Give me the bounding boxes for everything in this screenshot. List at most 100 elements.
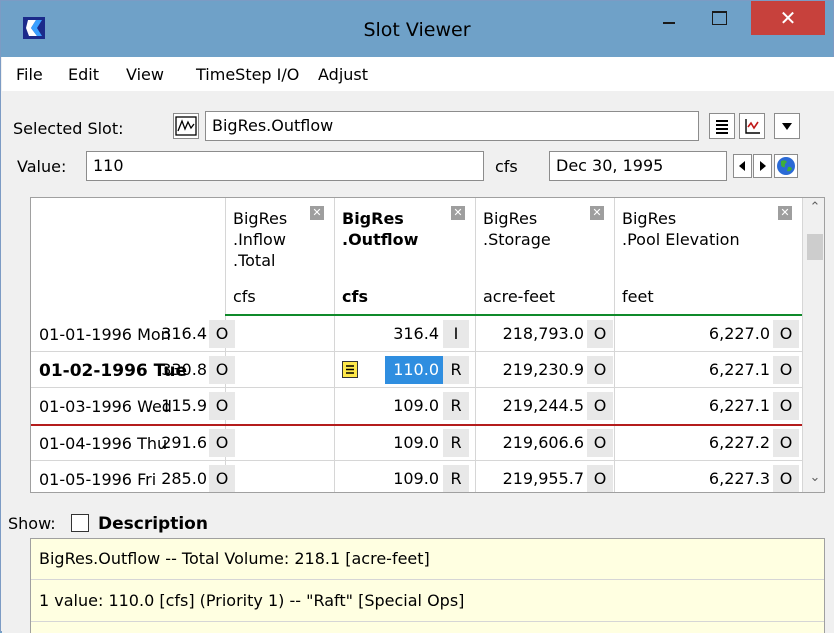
table-cell[interactable]: 6,227.1	[709, 392, 770, 420]
selected-slot-field[interactable]: BigRes.Outflow	[205, 111, 699, 141]
column-header[interactable]: BigRes .Storage acre-feet ✕	[475, 198, 614, 314]
flag-cell: O	[773, 356, 799, 384]
flag-cell: R	[443, 392, 469, 420]
table-cell[interactable]: 109.0	[393, 429, 439, 457]
value-unit: cfs	[495, 157, 518, 176]
table-row[interactable]: 01-05-1996 Fri 285.0 O 109.0 R 219,955.7 O 6,22…	[31, 461, 802, 492]
menu-view[interactable]: View	[126, 65, 164, 84]
description-separator	[31, 621, 824, 622]
date-field[interactable]: Dec 30, 1995	[549, 151, 727, 181]
slot-plot-icon[interactable]	[173, 113, 199, 139]
show-label: Show:	[8, 514, 56, 533]
flag-cell: O	[773, 392, 799, 420]
column-unit: cfs	[233, 287, 256, 306]
flag-cell: O	[209, 356, 235, 384]
table-cell[interactable]: 316.4	[393, 320, 439, 348]
value-label: Value:	[17, 157, 67, 176]
table-cell[interactable]: 6,227.0	[709, 320, 770, 348]
column-header-line: BigRes	[622, 209, 677, 228]
table-row[interactable]: 01-03-1996 Wed 115.9 O 109.0 R 219,244.5 O 6,22…	[31, 388, 802, 424]
flag-cell: I	[443, 320, 469, 348]
close-button[interactable]: ✕	[751, 1, 825, 35]
table-row[interactable]: 01-01-1996 Mon 316.4 O 316.4 I 218,793.0 O 6,22…	[31, 316, 802, 352]
row-date: 01-03-1996 Wed	[39, 397, 172, 416]
close-column-icon[interactable]: ✕	[778, 206, 792, 220]
dropdown-menu-button[interactable]	[774, 113, 800, 139]
menu-bar: File Edit View TimeStep I/O Adjust	[2, 57, 834, 91]
menu-adjust[interactable]: Adjust	[318, 65, 368, 84]
menu-file[interactable]: File	[16, 65, 43, 84]
description-checkbox[interactable]	[71, 514, 89, 532]
close-column-icon[interactable]: ✕	[310, 206, 324, 220]
flag-cell: O	[773, 429, 799, 457]
scroll-down-icon[interactable]: ⌄	[803, 470, 824, 485]
flag-cell: O	[209, 392, 235, 420]
flag-cell: O	[587, 392, 613, 420]
column-unit: cfs	[342, 287, 368, 306]
description-line: BigRes.Outflow -- Total Volume: 218.1 [a…	[39, 549, 430, 568]
table-cell[interactable]: 219,230.9	[503, 356, 584, 384]
table-cell[interactable]: 109.0	[393, 465, 439, 492]
table-cell[interactable]: 115.9	[161, 392, 207, 420]
flag-cell: R	[443, 429, 469, 457]
column-header[interactable]: BigRes .Inflow .Total cfs ✕	[225, 198, 334, 314]
column-header-line: .Inflow	[233, 230, 286, 249]
flag-cell: O	[773, 320, 799, 348]
note-icon[interactable]	[342, 361, 358, 378]
minimize-button[interactable]	[647, 3, 693, 37]
column-header-line: BigRes	[483, 209, 538, 228]
table-cell[interactable]: 219,955.7	[503, 465, 584, 492]
table-cell[interactable]: 219,606.6	[503, 429, 584, 457]
selected-slot-label: Selected Slot:	[13, 119, 124, 138]
flag-cell: O	[587, 465, 613, 492]
table-row[interactable]: 01-02-1996 Tue 330.8 O 110.0 R 219,230.9 O 6,22…	[31, 352, 802, 388]
table-cell[interactable]: 109.0	[393, 392, 439, 420]
table-cell[interactable]: 219,244.5	[503, 392, 584, 420]
close-column-icon[interactable]: ✕	[590, 206, 604, 220]
flag-cell: O	[209, 465, 235, 492]
close-column-icon[interactable]: ✕	[451, 206, 465, 220]
table-cell[interactable]: 291.6	[161, 429, 207, 457]
globe-icon[interactable]	[774, 154, 798, 178]
menu-edit[interactable]: Edit	[68, 65, 99, 84]
description-separator	[31, 579, 824, 580]
table-row[interactable]: 01-04-1996 Thu 291.6 O 109.0 R 219,606.6 O 6,22…	[31, 425, 802, 461]
column-header-line: .Storage	[483, 230, 551, 249]
plot-view-icon[interactable]	[739, 113, 765, 139]
maximize-button[interactable]	[697, 3, 743, 37]
table-cell[interactable]: 218,793.0	[503, 320, 584, 348]
flag-cell: O	[209, 429, 235, 457]
table-cell[interactable]: 316.4	[161, 320, 207, 348]
column-header-line: .Outflow	[342, 230, 419, 249]
flag-cell: O	[209, 320, 235, 348]
scroll-thumb[interactable]	[807, 234, 823, 260]
value-field[interactable]: 110	[86, 151, 484, 181]
slot-table: BigRes .Inflow .Total cfs ✕ BigRes .Outflow cfs…	[30, 197, 825, 493]
table-cell[interactable]: 285.0	[161, 465, 207, 492]
title-bar[interactable]: Slot Viewer ✕	[1, 1, 833, 57]
flag-cell: O	[773, 465, 799, 492]
flag-cell: O	[587, 356, 613, 384]
vertical-scrollbar[interactable]: ⌃ ⌄	[802, 198, 824, 492]
prev-date-button[interactable]	[733, 154, 752, 178]
table-cell[interactable]: 6,227.2	[709, 429, 770, 457]
scroll-up-icon[interactable]: ⌃	[803, 200, 824, 215]
next-date-button[interactable]	[753, 154, 772, 178]
table-cell[interactable]: 110.0	[385, 356, 443, 384]
table-cell[interactable]: 6,227.1	[709, 356, 770, 384]
row-date: 01-01-1996 Mon	[39, 325, 171, 344]
client-area: Selected Slot: BigRes.Outflow Value: 110…	[2, 91, 834, 633]
list-view-icon[interactable]	[709, 113, 735, 139]
row-date: 01-05-1996 Fri	[39, 470, 157, 489]
description-panel: BigRes.Outflow -- Total Volume: 218.1 [a…	[30, 538, 825, 633]
description-line: 1 value: 110.0 [cfs] (Priority 1) -- "Ra…	[39, 591, 465, 610]
table-cell[interactable]: 6,227.3	[709, 465, 770, 492]
flag-cell: O	[587, 320, 613, 348]
column-header[interactable]: BigRes .Outflow cfs ✕	[334, 198, 475, 314]
column-header[interactable]: BigRes .Pool Elevation feet ✕	[614, 198, 802, 314]
menu-timestep-io[interactable]: TimeStep I/O	[196, 65, 299, 84]
table-cell[interactable]: 330.8	[161, 356, 207, 384]
description-checkbox-label[interactable]: Description	[98, 514, 208, 534]
column-header-line: BigRes	[342, 209, 404, 228]
slot-viewer-window: Slot Viewer ✕ File Edit View TimeStep I/…	[0, 0, 834, 633]
